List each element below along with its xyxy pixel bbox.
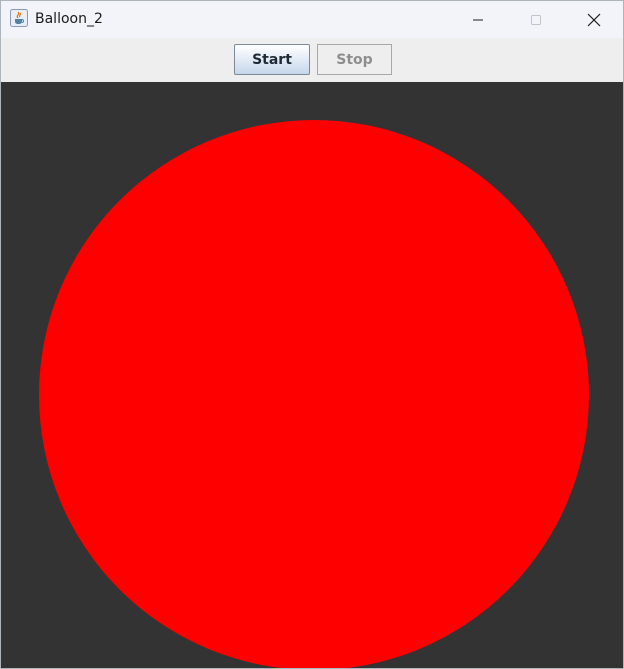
balloon bbox=[39, 120, 589, 668]
maximize-icon bbox=[531, 14, 541, 25]
window-title: Balloon_2 bbox=[35, 11, 103, 27]
app-window: Balloon_2 Start Stop bbox=[0, 0, 624, 669]
title-bar[interactable]: Balloon_2 bbox=[1, 1, 623, 38]
start-button[interactable]: Start bbox=[234, 44, 310, 75]
maximize-button[interactable] bbox=[507, 1, 565, 38]
minimize-icon bbox=[473, 19, 483, 20]
stop-button: Stop bbox=[317, 44, 392, 75]
control-toolbar: Start Stop bbox=[1, 38, 623, 82]
close-button[interactable] bbox=[565, 1, 623, 38]
drawing-canvas bbox=[1, 82, 623, 668]
close-icon bbox=[587, 13, 601, 26]
minimize-button[interactable] bbox=[449, 1, 507, 38]
java-coffee-cup-icon bbox=[10, 9, 28, 27]
